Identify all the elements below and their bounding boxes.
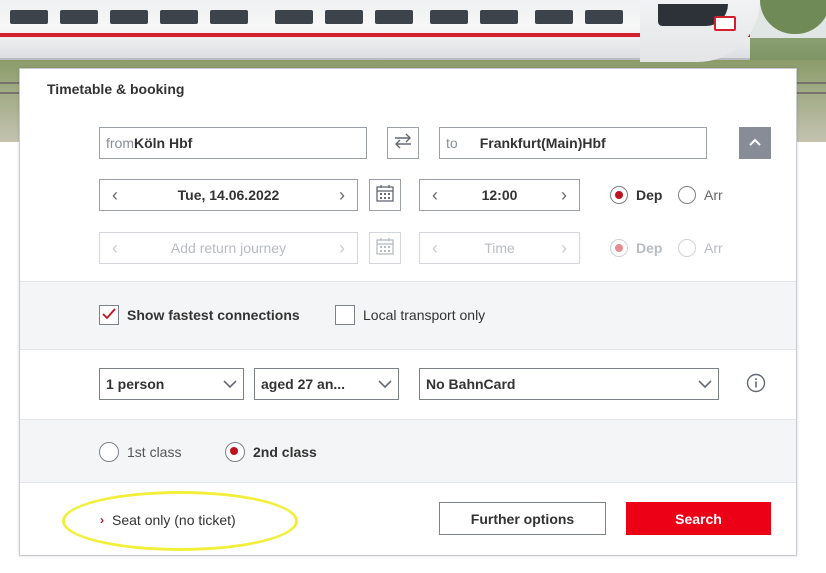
fastest-connections-checkbox[interactable]: Show fastest connections — [99, 305, 300, 325]
checkmark-icon — [102, 307, 116, 323]
checkbox-box[interactable] — [335, 305, 355, 325]
to-station-value: Frankfurt(Main)Hbf — [479, 135, 606, 151]
train-window — [110, 10, 148, 24]
radio-circle[interactable] — [225, 442, 245, 462]
time-next-icon[interactable]: › — [555, 185, 573, 206]
train-stripe — [0, 33, 750, 37]
from-prefix: from — [106, 135, 134, 151]
bahncard-value: No BahnCard — [426, 376, 516, 392]
divider — [20, 482, 796, 483]
return-dep-label: Dep — [636, 240, 663, 256]
radio-circle[interactable] — [99, 442, 119, 462]
passenger-age-value: aged 27 an... — [261, 376, 346, 392]
swap-stations-button[interactable] — [387, 127, 419, 159]
first-class-label: 1st class — [127, 444, 182, 460]
outbound-date-value: Tue, 14.06.2022 — [177, 187, 280, 203]
outbound-arr-label: Arr — [704, 187, 723, 203]
collapse-form-button[interactable] — [739, 127, 771, 159]
fastest-connections-label: Show fastest connections — [127, 307, 300, 323]
second-class-radio[interactable]: 2nd class — [225, 442, 317, 462]
train-window — [375, 10, 413, 24]
return-arr-radio[interactable]: Arr — [678, 239, 723, 257]
db-logo-icon — [714, 16, 736, 31]
from-station-value: Köln Hbf — [134, 135, 193, 151]
train-window — [325, 10, 363, 24]
return-time-next-icon: › — [561, 237, 567, 258]
local-transport-checkbox[interactable]: Local transport only — [335, 305, 485, 325]
radio-circle[interactable] — [678, 186, 696, 204]
swap-arrows-icon — [392, 132, 414, 155]
chevron-up-icon — [748, 134, 762, 152]
train-window — [430, 10, 468, 24]
from-station-input[interactable]: from Köln Hbf — [99, 127, 367, 159]
chevron-down-icon — [223, 376, 237, 392]
train-window — [60, 10, 98, 24]
search-button[interactable]: Search — [626, 502, 771, 535]
outbound-calendar-button[interactable] — [369, 179, 401, 211]
first-class-radio[interactable]: 1st class — [99, 442, 181, 462]
return-date-placeholder: Add return journey — [170, 240, 287, 256]
seat-only-link[interactable]: › Seat only (no ticket) — [100, 512, 236, 528]
to-station-input[interactable]: to Frankfurt(Main)Hbf — [439, 127, 707, 159]
info-icon[interactable] — [746, 373, 766, 398]
further-options-button[interactable]: Further options — [439, 502, 606, 535]
passenger-count-value: 1 person — [106, 376, 165, 392]
train-window — [160, 10, 198, 24]
return-date-stepper[interactable]: ‹ Add return journey › — [99, 232, 358, 264]
time-prev-icon[interactable]: ‹ — [426, 185, 444, 206]
train-window — [535, 10, 573, 24]
to-prefix: to — [446, 135, 458, 151]
outbound-dep-label: Dep — [636, 187, 663, 203]
train-window — [10, 10, 48, 24]
outbound-time-stepper[interactable]: ‹ 12:00 › — [419, 179, 580, 211]
return-calendar-button[interactable] — [369, 232, 401, 264]
radio-circle[interactable] — [678, 239, 696, 257]
calendar-icon — [375, 236, 395, 261]
outbound-arr-radio[interactable]: Arr — [678, 186, 723, 204]
chevron-down-icon — [378, 376, 392, 392]
train-window — [480, 10, 518, 24]
seat-only-label: Seat only (no ticket) — [112, 512, 236, 528]
return-date-next-icon: › — [339, 237, 345, 258]
checkbox-box[interactable] — [99, 305, 119, 325]
radio-circle[interactable] — [610, 186, 628, 204]
return-time-prev-icon: ‹ — [432, 237, 438, 258]
chevron-right-icon: › — [100, 513, 104, 527]
return-date-prev-icon: ‹ — [112, 237, 118, 258]
date-prev-icon[interactable]: ‹ — [106, 185, 124, 206]
train-window — [275, 10, 313, 24]
calendar-icon — [375, 183, 395, 208]
bahncard-select[interactable]: No BahnCard — [419, 368, 719, 400]
chevron-down-icon — [698, 376, 712, 392]
local-transport-label: Local transport only — [363, 307, 486, 323]
passenger-count-select[interactable]: 1 person — [99, 368, 244, 400]
timetable-booking-panel: Timetable & booking from Köln Hbf to Fra… — [19, 68, 797, 556]
radio-circle[interactable] — [610, 239, 628, 257]
date-next-icon[interactable]: › — [333, 185, 351, 206]
outbound-dep-radio[interactable]: Dep — [610, 186, 662, 204]
passenger-age-select[interactable]: aged 27 an... — [254, 368, 399, 400]
hero-train — [0, 0, 750, 60]
train-window — [210, 10, 248, 24]
divider — [20, 349, 796, 350]
return-arr-label: Arr — [704, 240, 723, 256]
return-time-placeholder: Time — [484, 240, 515, 256]
outbound-time-value: 12:00 — [481, 187, 518, 203]
outbound-date-stepper[interactable]: ‹ Tue, 14.06.2022 › — [99, 179, 358, 211]
return-dep-radio[interactable]: Dep — [610, 239, 662, 257]
second-class-label: 2nd class — [253, 444, 317, 460]
panel-title: Timetable & booking — [47, 81, 185, 97]
train-window — [585, 10, 623, 24]
return-time-stepper[interactable]: ‹ Time › — [419, 232, 580, 264]
